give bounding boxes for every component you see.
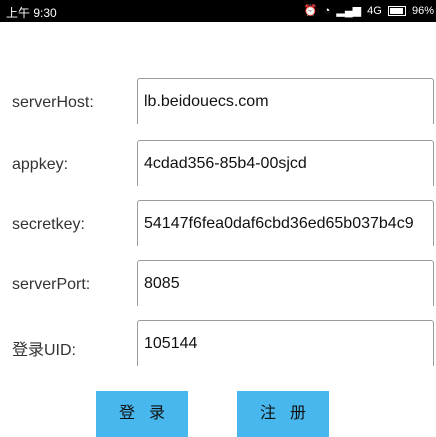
secretkey-label: secretkey: — [12, 216, 85, 233]
appkey-input[interactable]: 4cdad356-85b4-00sjcd — [137, 140, 434, 186]
form-row-server-port: serverPort: 8085 — [0, 254, 436, 310]
login-uid-label: 登录UID: — [12, 342, 77, 359]
form-row-appkey: appkey: 4cdad356-85b4-00sjcd — [0, 134, 436, 190]
network-type: 4G — [367, 5, 382, 17]
server-host-input[interactable]: lb.beidouecs.com — [137, 78, 434, 124]
wifi-icon: ◔ — [323, 5, 331, 17]
alarm-clock-icon: ⏰ — [303, 5, 318, 17]
form-row-login-uid: 登录UID: 105144 — [0, 314, 436, 370]
form-row-server-host: serverHost: lb.beidouecs.com — [0, 72, 436, 128]
server-host-label: serverHost: — [12, 94, 94, 111]
status-icons: ⏰ ◔ ▂▄▆ 4G 96% — [301, 4, 434, 17]
server-port-label: serverPort: — [12, 276, 91, 293]
form-row-secretkey: secretkey: 54147f6fea0daf6cbd36ed65b037b… — [0, 194, 436, 250]
status-bar: 上午 9:30 ⏰ ◔ ▂▄▆ 4G 96% — [0, 0, 436, 22]
status-time: 上午 9:30 — [6, 6, 57, 20]
login-uid-input[interactable]: 105144 — [137, 320, 434, 366]
server-port-value: 8085 — [144, 275, 180, 292]
signal-icon: ▂▄▆ — [336, 5, 362, 17]
appkey-value: 4cdad356-85b4-00sjcd — [144, 155, 307, 172]
secretkey-input[interactable]: 54147f6fea0daf6cbd36ed65b037b4c9 — [137, 200, 434, 246]
register-button[interactable]: 注册 — [237, 391, 329, 437]
login-uid-value: 105144 — [144, 335, 198, 352]
login-button[interactable]: 登录 — [96, 391, 188, 437]
server-port-input[interactable]: 8085 — [137, 260, 434, 306]
server-host-value: lb.beidouecs.com — [144, 93, 269, 110]
secretkey-value: 54147f6fea0daf6cbd36ed65b037b4c9 — [144, 215, 414, 232]
appkey-label: appkey: — [12, 156, 69, 173]
battery-percent: 96% — [411, 5, 434, 17]
battery-icon — [387, 6, 406, 17]
